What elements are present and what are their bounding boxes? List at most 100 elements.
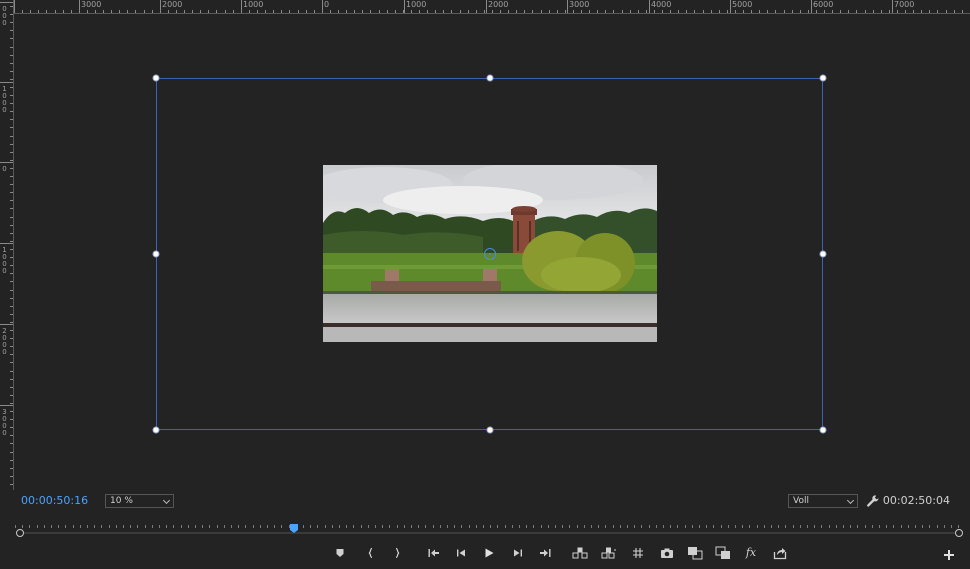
ruler-tick (10, 136, 13, 137)
ruler-tick (597, 10, 598, 13)
ruler-label: 2000 (2, 327, 7, 356)
lift-button[interactable] (572, 545, 588, 561)
ruler-tick (10, 103, 13, 104)
ruler-tick (233, 10, 234, 13)
time-ruler-tick (361, 525, 362, 528)
time-ruler-tick (555, 525, 556, 528)
extract-button[interactable] (601, 545, 617, 561)
handle-bottom-left[interactable] (152, 426, 160, 434)
handle-top-center[interactable] (486, 74, 494, 82)
ruler-tick (10, 452, 13, 453)
go-to-in-button[interactable] (426, 545, 442, 561)
time-ruler-tick (440, 525, 441, 528)
timeline-zoom-start-handle[interactable] (16, 529, 24, 537)
handle-middle-right[interactable] (819, 250, 827, 258)
ruler-tick (881, 10, 882, 13)
ruler-tick (10, 468, 13, 469)
ruler-tick (95, 10, 96, 13)
time-ruler-tick (260, 525, 261, 528)
time-ruler-tick (411, 525, 412, 528)
handle-top-left[interactable] (152, 74, 160, 82)
handle-bottom-center[interactable] (486, 426, 494, 434)
time-ruler-tick (548, 525, 549, 528)
time-ruler-tick (94, 525, 95, 528)
anchor-point[interactable] (484, 248, 496, 260)
effects-button[interactable]: fx (743, 545, 759, 561)
mark-in-button[interactable] (363, 545, 379, 561)
handle-bottom-right[interactable] (819, 426, 827, 434)
time-ruler-tick (483, 525, 484, 528)
ruler-tick (38, 10, 39, 13)
go-to-out-button[interactable] (537, 545, 553, 561)
ruler-tick (10, 403, 13, 404)
play-button[interactable] (481, 545, 497, 561)
safe-margins-button[interactable] (630, 545, 646, 561)
step-forward-button[interactable] (510, 545, 526, 561)
handle-middle-left[interactable] (152, 250, 160, 258)
time-ruler-tick (339, 525, 340, 528)
time-ruler[interactable] (15, 518, 961, 528)
ruler-tick (10, 127, 13, 128)
ruler-tick (865, 10, 866, 13)
time-ruler-tick (620, 525, 621, 528)
ruler-tick (605, 10, 606, 13)
marker-icon (336, 549, 344, 557)
time-ruler-tick (584, 525, 585, 528)
time-ruler-tick (591, 525, 592, 528)
zoom-level-select[interactable]: 10 % (105, 494, 174, 508)
playback-resolution-select[interactable]: Voll (788, 494, 858, 508)
ruler-tick (10, 314, 13, 315)
ruler-major-tick (14, 0, 15, 13)
ruler-tick (411, 10, 412, 13)
timeline-zoom-end-handle[interactable] (955, 529, 963, 537)
ruler-tick (516, 10, 517, 13)
time-ruler-tick (901, 525, 902, 528)
ruler-label: 3000 (81, 0, 102, 9)
scrubber-track[interactable] (20, 532, 960, 534)
time-ruler-tick (209, 525, 210, 528)
ruler-tick (743, 10, 744, 13)
time-ruler-tick (641, 525, 642, 528)
time-ruler-tick (598, 525, 599, 528)
ruler-label: 000 (2, 5, 7, 27)
share-button[interactable] (772, 545, 788, 561)
ruler-tick (670, 10, 671, 13)
step-back-button[interactable] (453, 545, 469, 561)
ruler-label: 4000 (651, 0, 672, 9)
step-back-icon (457, 549, 465, 557)
ruler-tick (767, 10, 768, 13)
lift-icon (572, 547, 588, 559)
ruler-tick (289, 10, 290, 13)
overwrite-button[interactable] (715, 545, 731, 561)
ruler-tick (929, 10, 930, 13)
time-ruler-tick (649, 525, 650, 528)
ruler-tick (10, 379, 13, 380)
export-frame-button[interactable] (659, 545, 675, 561)
time-ruler-tick (224, 525, 225, 528)
plus-icon (944, 550, 954, 560)
add-button[interactable] (942, 547, 956, 561)
ruler-tick (735, 10, 736, 13)
ruler-major-tick (0, 405, 13, 406)
ruler-tick (889, 10, 890, 13)
insert-button[interactable] (687, 545, 703, 561)
time-ruler-tick (281, 525, 282, 528)
ruler-tick (10, 192, 13, 193)
current-timecode[interactable]: 00:00:50:16 (21, 494, 88, 508)
ruler-tick (500, 10, 501, 13)
ruler-label: 1000 (2, 85, 7, 114)
settings-wrench-icon[interactable] (866, 493, 880, 507)
vertical-ruler: 000 1000 0 1000 2000 3000 (0, 0, 14, 490)
mark-out-button[interactable] (389, 545, 405, 561)
ruler-tick (573, 10, 574, 13)
time-ruler-tick (332, 525, 333, 528)
ruler-tick (10, 217, 13, 218)
add-marker-button[interactable] (332, 545, 348, 561)
zoom-level-value: 10 % (110, 496, 133, 506)
time-ruler-tick (173, 525, 174, 528)
handle-top-right[interactable] (819, 74, 827, 82)
ruler-tick (10, 476, 13, 477)
extract-icon (601, 547, 616, 559)
ruler-tick (921, 10, 922, 13)
playhead[interactable] (290, 518, 298, 533)
